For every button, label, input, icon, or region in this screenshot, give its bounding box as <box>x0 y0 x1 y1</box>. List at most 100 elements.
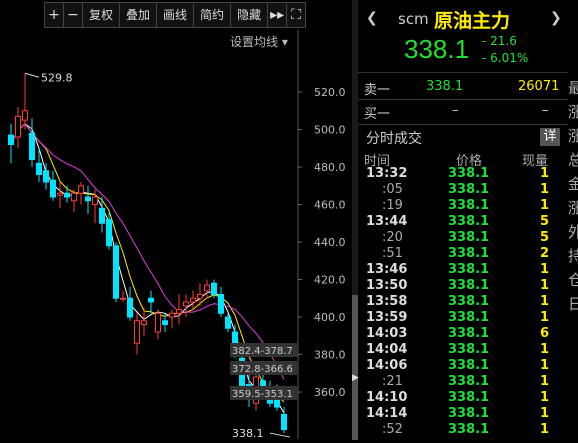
tick-row: :51 338.1 2 <box>358 246 568 262</box>
candle-body <box>64 192 70 198</box>
candle-body <box>225 316 231 329</box>
buy-one-row: 买一 – – <box>358 99 568 122</box>
tick-price: 338.1 <box>448 198 490 213</box>
candle-body <box>218 294 224 314</box>
buy-price: – <box>452 103 459 118</box>
low-label: 338.1 <box>232 427 264 439</box>
candle-body <box>274 399 280 408</box>
candle-body <box>127 297 133 318</box>
candle-body <box>190 297 196 303</box>
tick-volume: 1 <box>540 422 550 437</box>
tick-price: 338.1 <box>448 262 490 277</box>
tick-time: 13:46 <box>366 262 408 277</box>
candle-body <box>78 185 84 194</box>
zoom-out-button[interactable]: − <box>64 2 83 28</box>
ticks-columns: 时间 价格 现量 <box>358 150 568 169</box>
ticks-header: 分时成交 详 <box>358 124 568 149</box>
hide-button[interactable]: 隐藏 <box>231 2 269 28</box>
adjust-button[interactable]: 复权 <box>83 2 121 28</box>
ma-setting-label: 设置均线 <box>230 35 279 49</box>
range-label: 372.8-366.6 <box>232 364 293 375</box>
tick-volume: 1 <box>540 182 550 197</box>
tick-volume: 1 <box>540 390 550 405</box>
kline-svg: 520.0 500.0 480.0 460.0 440.0 420.0 400.0 380.0… <box>8 30 346 440</box>
overlay-button[interactable]: 叠加 <box>120 2 158 28</box>
side-stat-label: 涨 <box>568 199 578 217</box>
chevron-down-icon: ▾ <box>281 35 288 49</box>
price-change: - 21.6 <box>482 34 517 48</box>
more-icon[interactable]: ▸▸ <box>268 2 288 28</box>
tick-time: :51 <box>382 246 403 261</box>
tick-row: 13:59 338.1 1 <box>358 310 568 326</box>
tick-volume: 5 <box>540 230 550 245</box>
tick-price: 338.1 <box>448 326 490 341</box>
ma-setting-dropdown[interactable]: 设置均线 ▾ <box>230 33 288 50</box>
draw-line-button[interactable]: 画线 <box>157 2 195 28</box>
candle-body <box>22 110 28 121</box>
tick-volume: 1 <box>540 358 550 373</box>
fullscreen-icon[interactable]: ⛶ <box>287 2 307 28</box>
candle-body <box>197 294 203 299</box>
candle-body <box>15 115 21 138</box>
tick-price: 338.1 <box>448 406 490 421</box>
kline-chart[interactable]: 520.0 500.0 480.0 460.0 440.0 420.0 400.0 380.0… <box>0 0 352 440</box>
candle-body <box>50 179 56 198</box>
y-tick-label: 400.0 <box>314 311 346 324</box>
sell-one-row: 卖一 338.1 26071 <box>358 76 568 98</box>
side-stat-label: 涨 <box>568 103 578 121</box>
prev-arrow-icon[interactable]: ❮ <box>366 10 378 26</box>
tick-price: 338.1 <box>448 342 490 357</box>
tick-time: 13:58 <box>366 294 408 309</box>
buy-label: 买一 <box>364 107 391 122</box>
side-stat-label: 涨 <box>568 127 578 145</box>
side-stat-label: 最 <box>568 79 578 97</box>
high-pointer <box>24 72 40 78</box>
tick-volume: 1 <box>540 374 550 389</box>
tick-row: 14:10 338.1 1 <box>358 390 568 406</box>
range-label: 359.5-353.1 <box>232 389 293 400</box>
candle-body <box>141 320 147 325</box>
candle-body <box>148 297 154 303</box>
candle-body <box>211 282 217 295</box>
tick-time: 13:50 <box>366 278 408 293</box>
tick-volume: 1 <box>540 166 550 181</box>
candle-body <box>92 196 98 205</box>
tick-time: 13:44 <box>366 214 408 229</box>
candle-body <box>106 219 112 247</box>
candle-body <box>120 297 126 300</box>
y-tick-label: 360.0 <box>314 386 346 399</box>
tick-volume: 2 <box>540 246 550 261</box>
candle-body <box>169 312 175 318</box>
tick-time: 13:32 <box>366 166 408 181</box>
tick-row: 13:58 338.1 1 <box>358 294 568 310</box>
tick-time: 14:14 <box>366 406 408 421</box>
next-arrow-icon[interactable]: ❯ <box>550 10 562 26</box>
candle-body <box>71 192 77 202</box>
tick-volume: 1 <box>540 294 550 309</box>
tick-row: :21 338.1 1 <box>358 374 568 390</box>
symbol-name: 原油主力 <box>434 10 511 32</box>
quote-header: ❮ ❯ scm 原油主力 338.1 - 21.6 - 6.01% <box>358 0 568 73</box>
tick-time: 14:03 <box>366 326 408 341</box>
tick-row: 14:04 338.1 1 <box>358 342 568 358</box>
tick-time: 13:59 <box>366 310 408 325</box>
y-tick-label: 420.0 <box>314 274 346 287</box>
candle-body <box>155 312 161 333</box>
tick-price: 338.1 <box>448 214 490 229</box>
detail-button[interactable]: 详 <box>540 128 560 146</box>
tick-price: 338.1 <box>448 310 490 325</box>
tick-row: 13:44 338.1 5 <box>358 214 568 230</box>
y-tick-label: 460.0 <box>314 199 346 212</box>
tick-row: 13:50 338.1 1 <box>358 278 568 294</box>
tick-price: 338.1 <box>448 278 490 293</box>
zoom-in-button[interactable]: + <box>44 2 64 28</box>
last-price: 338.1 <box>404 34 470 64</box>
candle-body <box>176 309 182 314</box>
candle-body <box>85 196 91 202</box>
side-stat-label: 外 <box>568 223 578 241</box>
candle-body <box>36 162 42 175</box>
tick-price: 338.1 <box>448 390 490 405</box>
simple-mode-button[interactable]: 简约 <box>194 2 232 28</box>
tick-row: 14:14 338.1 1 <box>358 406 568 422</box>
low-pointer <box>269 432 291 438</box>
